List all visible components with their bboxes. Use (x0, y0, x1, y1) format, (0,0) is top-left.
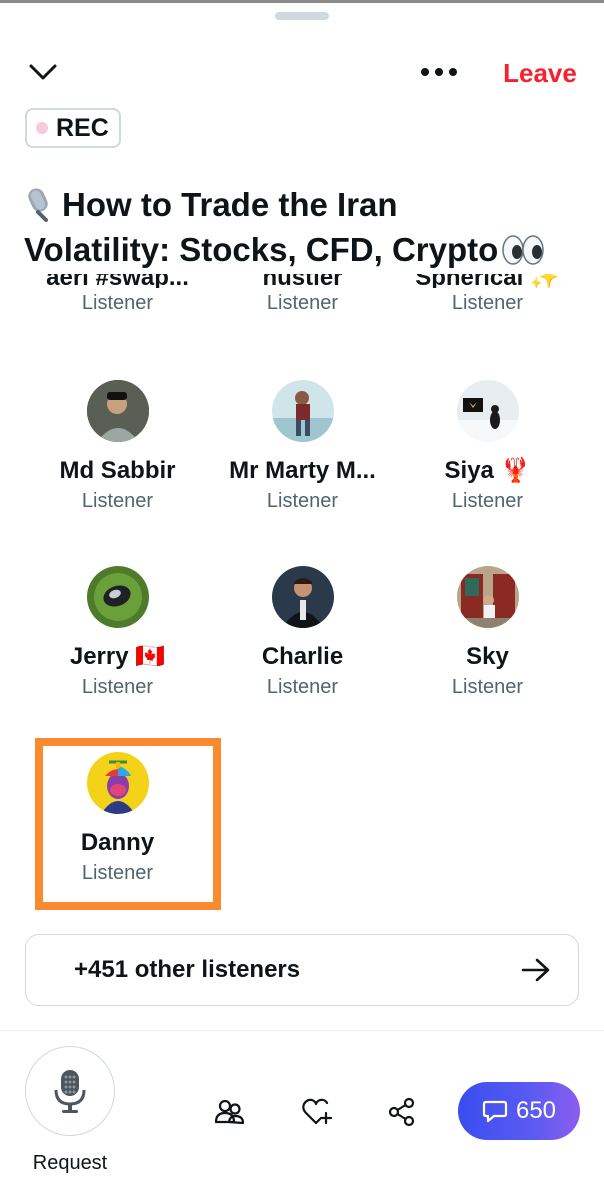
listener-role: Listener (451, 490, 524, 512)
space-title-text-2: Volatility: Stocks, CFD, Crypto (24, 231, 499, 268)
recording-badge: REC (25, 108, 121, 148)
chat-count: 650 (515, 1097, 557, 1124)
like-button[interactable] (297, 1092, 337, 1132)
listener-cell[interactable]: Md Sabbir Listener (25, 380, 210, 514)
request-button[interactable] (25, 1046, 115, 1136)
sheet-grabber[interactable] (275, 12, 329, 20)
collapse-button[interactable] (26, 56, 60, 88)
recording-label: REC (56, 113, 109, 142)
listener-avatar (86, 380, 149, 442)
highlight-box (35, 738, 221, 910)
chevron-down-icon (29, 64, 57, 80)
listener-role: Listener (451, 292, 524, 314)
listener-cell[interactable]: Charlie Listener (210, 566, 395, 700)
listener-avatar (86, 566, 149, 628)
chat-button[interactable]: 650 (458, 1082, 580, 1140)
listener-role: Listener (266, 292, 339, 314)
listener-name: Sky (466, 643, 509, 670)
more-horizontal-icon (421, 68, 457, 76)
listener-avatar (456, 380, 519, 442)
request-label: Request (32, 1152, 108, 1174)
space-title-line-1: How to Trade the Iran (24, 182, 594, 227)
listener-name: Jerry 🇨🇦 (69, 643, 166, 670)
arrow-right-icon (516, 950, 556, 990)
eyes-emoji-icon (502, 235, 545, 265)
share-button[interactable] (382, 1092, 422, 1132)
leave-button[interactable]: Leave (490, 56, 590, 90)
listener-cell[interactable]: Sky Listener (395, 566, 580, 700)
listener-cell[interactable]: aeri #swap... Listener (25, 274, 210, 316)
listener-avatar (271, 380, 334, 442)
space-title-text-1: How to Trade the Iran (62, 186, 398, 223)
listener-role: Listener (266, 490, 339, 512)
share-icon (388, 1097, 415, 1127)
more-options-button[interactable] (418, 58, 460, 86)
listener-avatar (271, 566, 334, 628)
listener-cell[interactable]: Spherical ✨ Listener (395, 274, 580, 316)
listener-cell[interactable]: Jerry 🇨🇦 Listener (25, 566, 210, 700)
space-title-line-2: Volatility: Stocks, CFD, Crypto (24, 227, 594, 272)
bottom-bar-divider (0, 1030, 604, 1031)
listener-name: hustler (262, 274, 343, 288)
listener-name: Spherical ✨ (415, 274, 560, 288)
listener-role: Listener (451, 676, 524, 698)
people-button[interactable] (210, 1092, 250, 1132)
listener-avatar (456, 566, 519, 628)
other-listeners-label: +451 other listeners (74, 956, 301, 983)
listener-name: Mr Marty M... (229, 457, 376, 484)
listener-cell[interactable]: Mr Marty M... Listener (210, 380, 395, 514)
listener-role: Listener (81, 292, 154, 314)
listener-role: Listener (266, 676, 339, 698)
people-icon (215, 1099, 245, 1125)
microphone-icon (54, 1070, 86, 1113)
chat-bubble-icon (482, 1100, 508, 1123)
other-listeners-button[interactable]: +451 other listeners (25, 934, 579, 1006)
listener-name: Charlie (261, 643, 344, 670)
microphone-emoji-icon (28, 188, 48, 222)
listener-name: aeri #swap... (46, 274, 189, 288)
listener-role: Listener (81, 676, 154, 698)
recording-dot-icon (36, 122, 48, 134)
listener-name: Md Sabbir (59, 457, 176, 484)
top-edge-rule (0, 0, 604, 3)
space-title: How to Trade the Iran Volatility: Stocks… (24, 182, 594, 272)
heart-plus-icon (302, 1098, 333, 1125)
listener-cell[interactable]: Siya 🦞 Listener (395, 380, 580, 514)
listener-name: Siya 🦞 (444, 457, 531, 484)
listener-role: Listener (81, 490, 154, 512)
listener-cell[interactable]: hustler Listener (210, 274, 395, 316)
